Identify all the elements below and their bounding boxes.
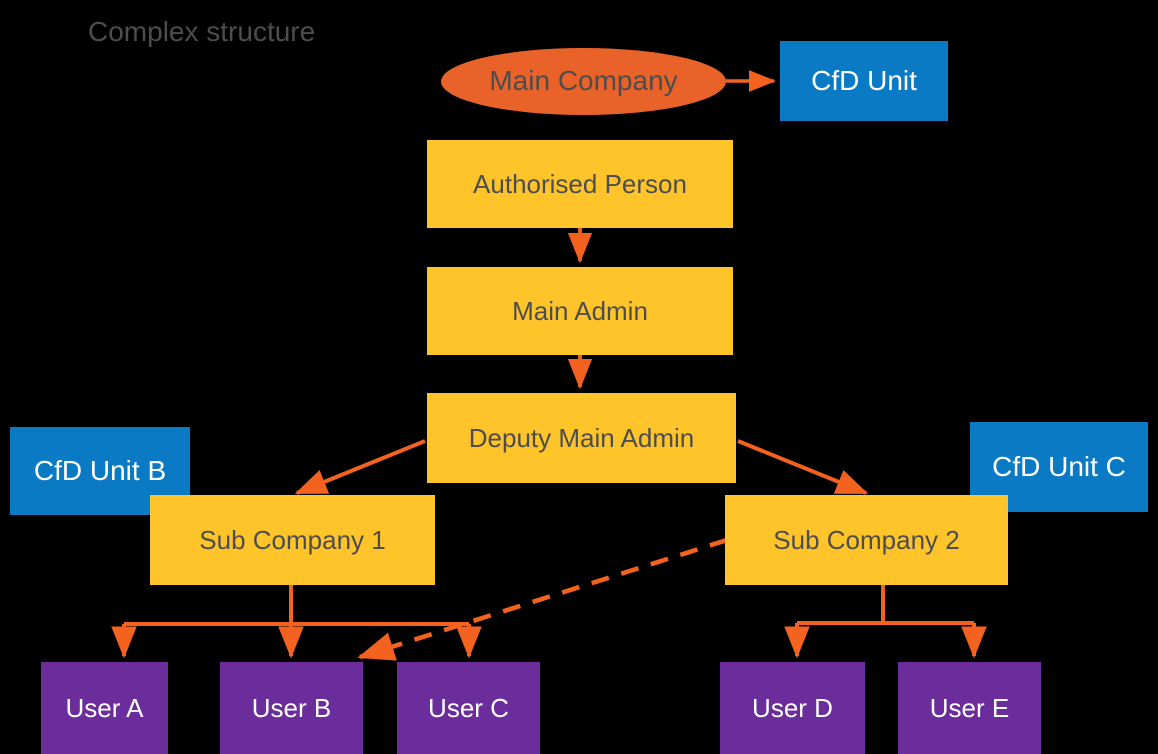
edge-deputy-to-sub-company-2: [737, 439, 869, 495]
node-sub-company-2-label: Sub Company 2: [773, 524, 960, 555]
node-sub-company-1[interactable]: Sub Company 1: [150, 495, 435, 585]
node-authorised-person[interactable]: Authorised Person: [427, 140, 733, 228]
diagram-canvas: Complex structure Main Company CfD Unit …: [0, 0, 1158, 754]
node-authorised-person-label: Authorised Person: [473, 168, 687, 199]
node-deputy-main-admin[interactable]: Deputy Main Admin: [427, 393, 736, 483]
node-user-a-label: User A: [65, 692, 144, 723]
node-sub-company-2[interactable]: Sub Company 2: [725, 495, 1008, 585]
node-user-c[interactable]: User C: [397, 662, 540, 754]
node-cfd-unit-c-label: CfD Unit C: [992, 450, 1126, 482]
node-user-d[interactable]: User D: [720, 662, 865, 754]
node-cfd-unit-b-label: CfD Unit B: [33, 454, 167, 486]
node-user-b[interactable]: User B: [220, 662, 363, 754]
page-title: Complex structure: [88, 16, 316, 47]
node-user-d-label: User D: [752, 692, 833, 723]
node-deputy-main-admin-label: Deputy Main Admin: [468, 422, 695, 453]
node-main-admin[interactable]: Main Admin: [427, 267, 733, 355]
node-user-e[interactable]: User E: [898, 662, 1041, 754]
node-main-company-label: Main Company: [489, 65, 678, 97]
node-user-c-label: User C: [428, 692, 509, 723]
node-user-b-label: User B: [251, 692, 332, 723]
node-user-a[interactable]: User A: [41, 662, 168, 754]
edge-deputy-to-sub-company-1: [294, 439, 426, 495]
node-sub-company-1-label: Sub Company 1: [199, 524, 386, 555]
node-main-company[interactable]: Main Company: [441, 48, 726, 115]
node-user-e-label: User E: [929, 692, 1010, 723]
node-cfd-unit-label: CfD Unit: [811, 64, 917, 96]
node-cfd-unit[interactable]: CfD Unit: [780, 41, 948, 121]
node-main-admin-label: Main Admin: [512, 295, 648, 326]
